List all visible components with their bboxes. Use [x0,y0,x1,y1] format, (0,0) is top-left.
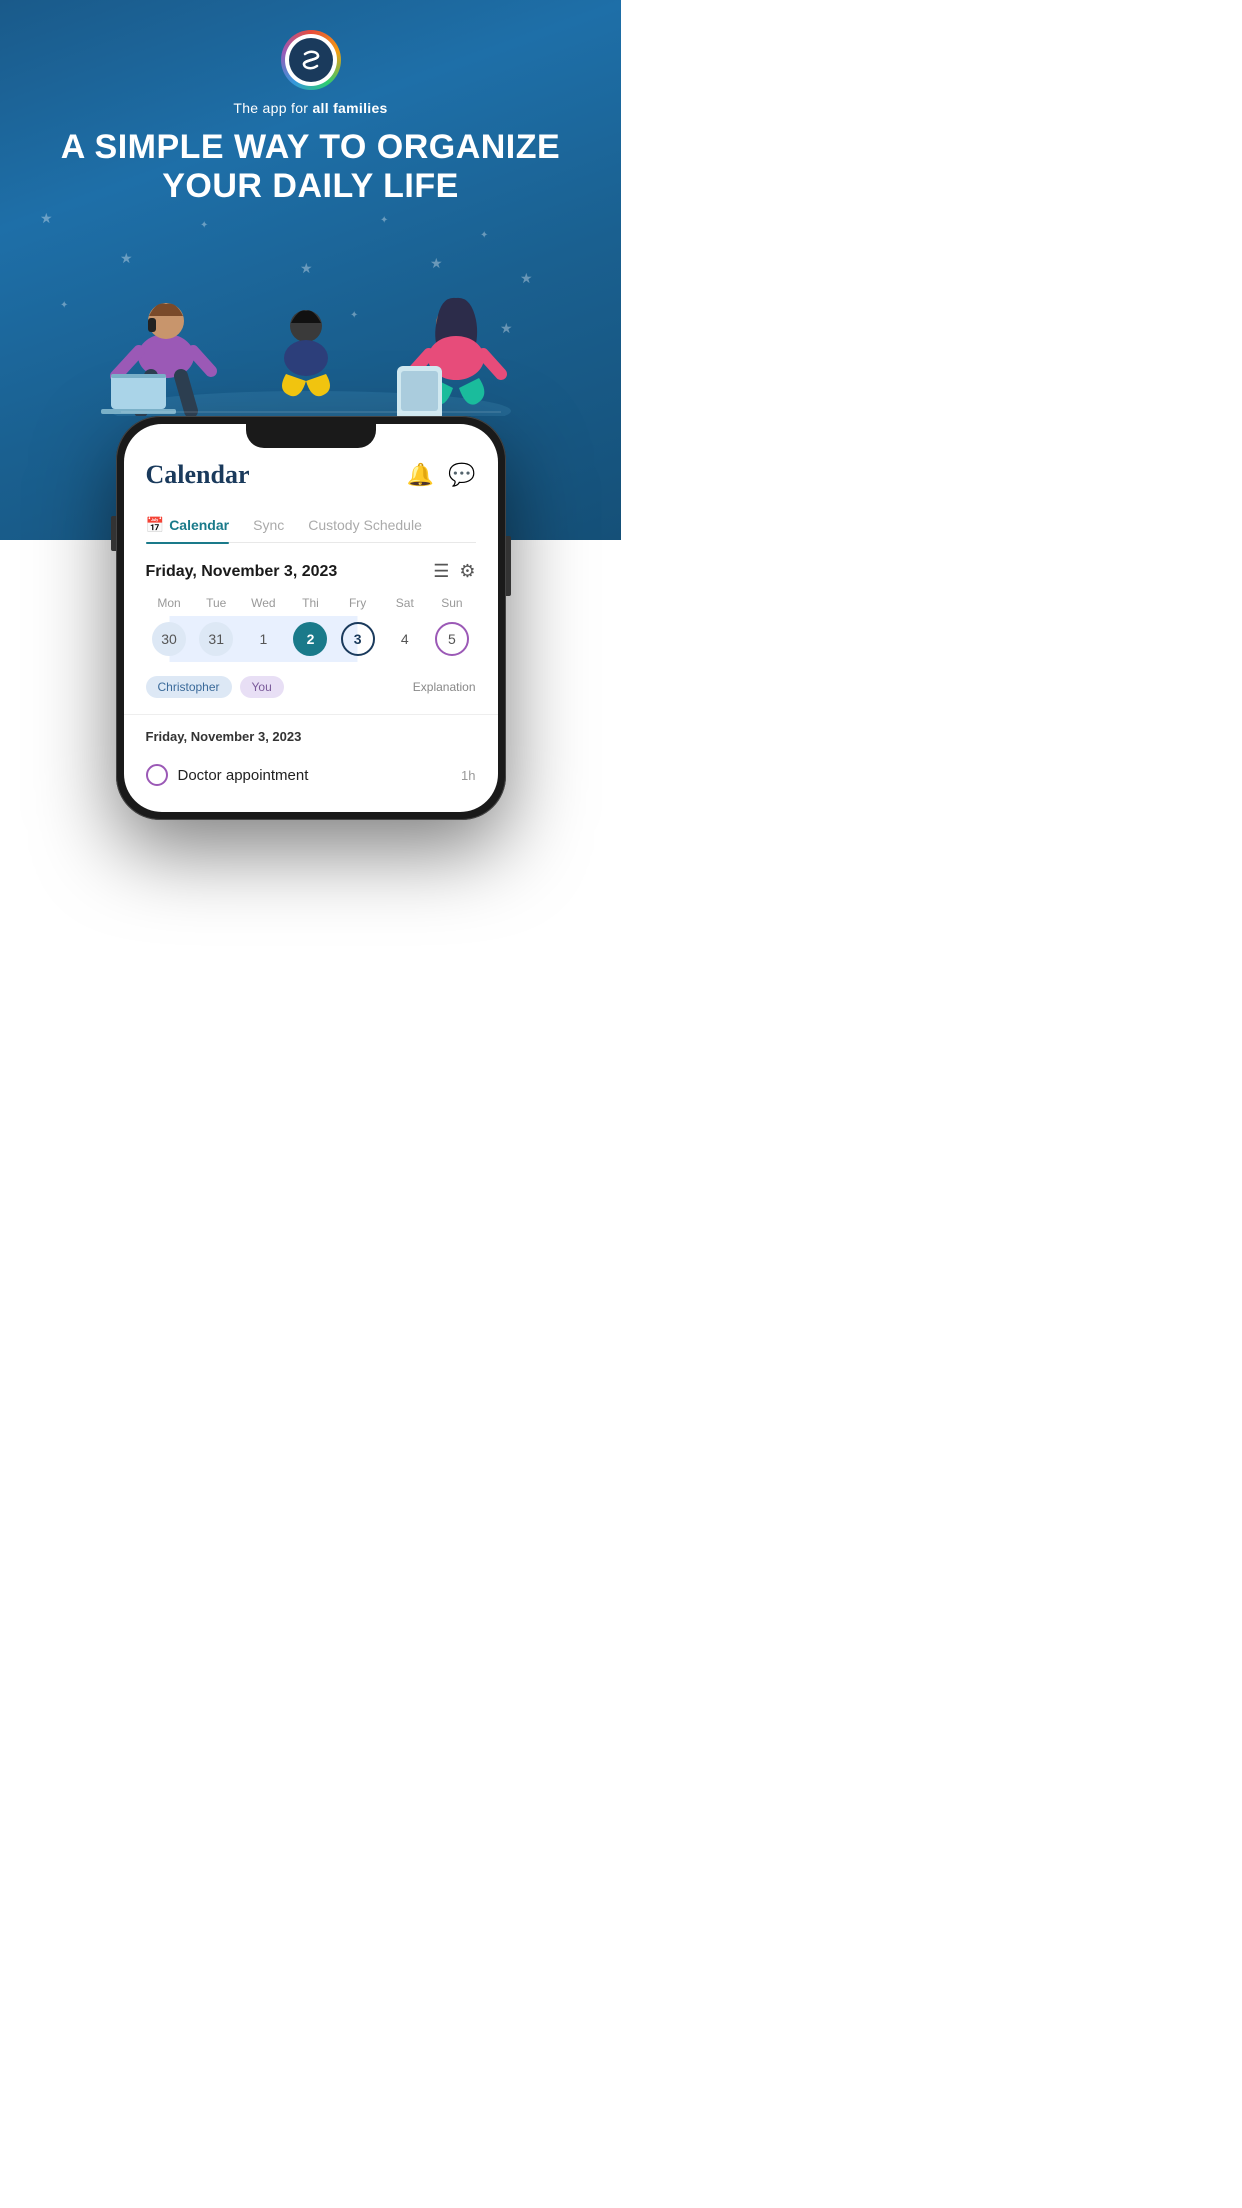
app-header: Calendar 🔔 💬 [146,460,476,490]
tagline: The app for all families [233,100,387,116]
event-item[interactable]: Doctor appointment 1h [146,754,476,796]
tab-sync[interactable]: Sync [253,509,284,541]
notch [246,424,376,448]
app-content: Calendar 🔔 💬 📅 Calendar Sync [124,424,498,812]
event-duration: 1h [461,768,475,783]
events-section: Friday, November 3, 2023 Doctor appointm… [146,729,476,796]
tab-bar: 📅 Calendar Sync Custody Schedule [146,508,476,543]
day-sat: Sat [381,596,428,610]
day-mon: Mon [146,596,193,610]
event-date-label: Friday, November 3, 2023 [146,729,476,744]
tab-calendar[interactable]: 📅 Calendar [146,508,230,542]
top-header: The app for all families A SIMPLE WAY TO… [0,0,621,206]
explanation-link[interactable]: Explanation [413,680,476,694]
date-bubble-31: 31 [199,622,233,656]
date-31[interactable]: 31 [193,616,240,662]
calendar-grid: Mon Tue Wed Thi Fry Sat Sun 30 [146,596,476,662]
date-actions: ☰ ⚙ [433,561,475,582]
illustration [0,216,621,416]
app-title: Calendar [146,460,250,490]
event-color-dot [146,764,168,786]
dates-row: 30 31 1 2 3 [146,616,476,662]
date-bubble-3: 3 [341,622,375,656]
date-header: Friday, November 3, 2023 ☰ ⚙ [146,561,476,582]
day-fry: Fry [334,596,381,610]
header-actions: 🔔 💬 [407,462,476,488]
day-sun: Sun [428,596,475,610]
phones-row: Calendar 🔔 💬 📅 Calendar Sync [0,416,621,820]
bell-icon[interactable]: 🔔 [407,462,434,488]
tagline-text: The app for [233,100,312,116]
date-2[interactable]: 2 [287,616,334,662]
logo-letter [289,38,333,82]
date-bubble-30: 30 [152,622,186,656]
tab-calendar-label: Calendar [169,517,229,533]
settings-icon[interactable]: ⚙ [459,561,475,582]
days-header: Mon Tue Wed Thi Fry Sat Sun [146,596,476,610]
date-3[interactable]: 3 [334,616,381,662]
tab-custody-label: Custody Schedule [308,517,422,533]
headline: A SIMPLE WAY TO ORGANIZE YOUR DAILY LIFE [41,128,580,206]
day-tue: Tue [193,596,240,610]
date-bubble-5: 5 [435,622,469,656]
page-wrapper: ★ ★ ✦ ★ ✦ ★ ✦ ★ ✦ ★ ✦ ★ The app for all … [0,0,621,1104]
app-logo [281,30,341,90]
phone-mockup: Calendar 🔔 💬 📅 Calendar Sync [116,416,506,820]
legend-christopher: Christopher [146,676,232,698]
list-view-icon[interactable]: ☰ [433,561,449,582]
event-name: Doctor appointment [178,767,452,784]
headline-line2: YOUR DAILY LIFE [162,167,459,205]
current-date: Friday, November 3, 2023 [146,563,338,581]
date-1[interactable]: 1 [240,616,287,662]
calendar-tab-icon: 📅 [146,516,165,534]
legend-you: You [240,676,284,698]
phone-screen: Calendar 🔔 💬 📅 Calendar Sync [124,424,498,812]
date-bubble-4: 4 [388,622,422,656]
tagline-bold: all families [312,100,387,116]
date-5[interactable]: 5 [428,616,475,662]
section-divider [124,714,498,715]
headline-line1: A SIMPLE WAY TO ORGANIZE [61,128,560,166]
date-bubble-2: 2 [293,622,327,656]
day-thi: Thi [287,596,334,610]
day-wed: Wed [240,596,287,610]
tab-sync-label: Sync [253,517,284,533]
date-4[interactable]: 4 [381,616,428,662]
date-bubble-1: 1 [246,622,280,656]
date-30[interactable]: 30 [146,616,193,662]
chat-icon[interactable]: 💬 [448,462,475,488]
tab-custody[interactable]: Custody Schedule [308,509,422,541]
custody-legend: Christopher You Explanation [146,676,476,698]
